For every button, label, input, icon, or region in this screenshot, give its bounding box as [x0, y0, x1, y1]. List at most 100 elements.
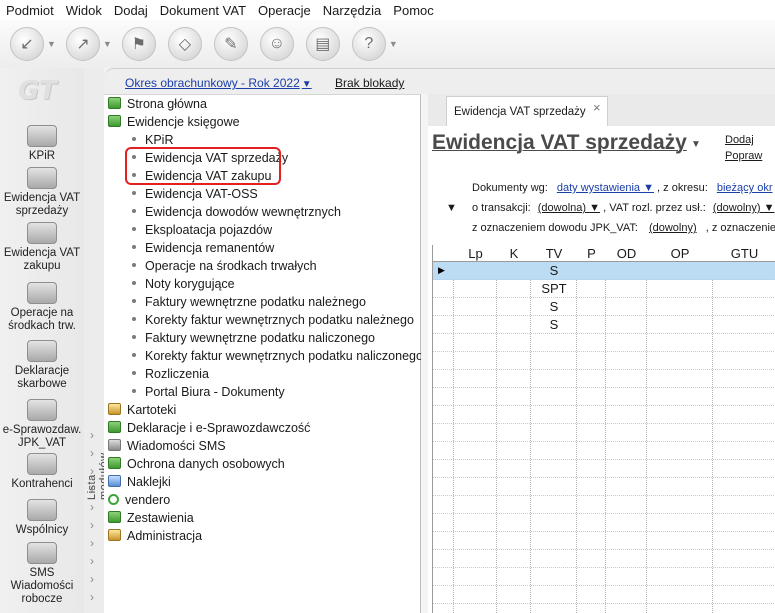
- table-row[interactable]: [433, 442, 775, 460]
- page-title[interactable]: Ewidencja VAT sprzedaży: [432, 131, 687, 155]
- chevron-down-icon[interactable]: ▼: [691, 139, 701, 150]
- table-row[interactable]: [433, 496, 775, 514]
- tree-item[interactable]: Strona główna: [108, 95, 207, 113]
- table-row[interactable]: [433, 334, 775, 352]
- tree-item[interactable]: Ochrona danych osobowych: [108, 455, 285, 473]
- period-selector[interactable]: Okres obrachunkowy - Rok 2022 ▼: [125, 76, 312, 90]
- tree-item[interactable]: Kartoteki: [108, 401, 176, 419]
- table-row[interactable]: [433, 514, 775, 532]
- tree-item[interactable]: Eksploatacja pojazdów: [132, 221, 272, 239]
- table-row[interactable]: [433, 298, 775, 316]
- column-header[interactable]: K: [497, 245, 531, 262]
- toolbar-button-6[interactable]: ▤: [305, 27, 340, 61]
- date-type-dropdown[interactable]: daty wystawienia ▼: [557, 182, 654, 194]
- table-row[interactable]: [433, 460, 775, 478]
- column-header[interactable]: [433, 245, 454, 262]
- close-icon[interactable]: ×: [593, 100, 601, 115]
- table-row[interactable]: [433, 352, 775, 370]
- tree-item[interactable]: Korekty faktur wewnętrznych podatku nale…: [132, 311, 414, 329]
- table-row[interactable]: [433, 406, 775, 424]
- table-row[interactable]: [433, 550, 775, 568]
- table-row[interactable]: [433, 262, 775, 280]
- menu-item-5[interactable]: Narzędzia: [323, 3, 382, 18]
- tree-item[interactable]: Ewidencja dowodów wewnętrznych: [132, 203, 341, 221]
- toolbar-button-5[interactable]: ☺: [259, 27, 294, 61]
- tree-item[interactable]: Operacje na środkach trwałych: [132, 257, 317, 275]
- transaction-dropdown[interactable]: (dowolna) ▼: [538, 202, 600, 214]
- rail-item-8[interactable]: SMS Wiadomości robocze: [0, 542, 84, 606]
- column-header[interactable]: Lp: [454, 245, 497, 262]
- tab-vat-sales[interactable]: Ewidencja VAT sprzedaży ×: [446, 96, 608, 126]
- menu-item-1[interactable]: Widok: [66, 3, 102, 18]
- toolbar-button-3[interactable]: ◇: [167, 27, 202, 61]
- tree-item[interactable]: Noty korygujące: [132, 275, 235, 293]
- jpk-dropdown[interactable]: (dowolny): [649, 222, 697, 234]
- tree-item[interactable]: Faktury wewnętrzne podatku należnego: [132, 293, 366, 311]
- column-header[interactable]: OD: [606, 245, 647, 262]
- tree-item[interactable]: Administracja: [108, 527, 202, 545]
- tree-item[interactable]: Wiadomości SMS: [108, 437, 226, 455]
- menu-item-2[interactable]: Dodaj: [114, 3, 148, 18]
- table-row[interactable]: [433, 370, 775, 388]
- toolbar-button-7[interactable]: ? ▼: [351, 27, 404, 61]
- menu-item-0[interactable]: Podmiot: [6, 3, 54, 18]
- table-row[interactable]: [433, 424, 775, 442]
- chevron-right-icon[interactable]: ›: [90, 518, 94, 532]
- tree-item[interactable]: Korekty faktur wewnętrznych podatku nali…: [132, 347, 423, 365]
- tree-item-label: Kartoteki: [127, 403, 177, 417]
- table-row[interactable]: [433, 586, 775, 604]
- toolbar-button-1[interactable]: ↗ ▼: [65, 27, 118, 61]
- chevron-right-icon[interactable]: ›: [90, 500, 94, 514]
- rail-item-0[interactable]: KPiR: [0, 125, 84, 163]
- tree-item[interactable]: Naklejki: [108, 473, 171, 491]
- table-row[interactable]: [433, 316, 775, 334]
- tree-item[interactable]: vendero: [108, 491, 170, 509]
- edit-button[interactable]: Popraw: [725, 150, 762, 162]
- toolbar-button-0[interactable]: ↙ ▼: [10, 27, 62, 61]
- menu-item-4[interactable]: Operacje: [258, 3, 311, 18]
- chevron-right-icon[interactable]: ›: [90, 554, 94, 568]
- table-row[interactable]: [433, 388, 775, 406]
- chevron-right-icon[interactable]: ›: [90, 536, 94, 550]
- table-row[interactable]: [433, 532, 775, 550]
- rail-item-1[interactable]: Ewidencja VAT sprzedaży: [0, 167, 84, 218]
- rail-item-5[interactable]: e-Sprawozdaw. JPK_VAT: [0, 399, 84, 450]
- toolbar-button-2[interactable]: ⚑: [121, 27, 156, 61]
- table-row[interactable]: [433, 280, 775, 298]
- menu-item-6[interactable]: Pomoc: [393, 3, 433, 18]
- table-row[interactable]: [433, 478, 775, 496]
- tree-item[interactable]: Rozliczenia: [132, 365, 209, 383]
- rail-item-6[interactable]: Kontrahenci: [0, 453, 84, 491]
- tree-item[interactable]: Ewidencje księgowe: [108, 113, 240, 131]
- chevron-right-icon[interactable]: ›: [90, 572, 94, 586]
- toolbar-button-4[interactable]: ✎: [213, 27, 248, 61]
- column-header[interactable]: TV: [531, 245, 577, 262]
- chevron-down-icon[interactable]: ▼: [103, 39, 112, 49]
- column-header[interactable]: GTU: [713, 245, 775, 262]
- column-header[interactable]: OP: [647, 245, 713, 262]
- bullet-icon: [132, 353, 136, 357]
- chevron-right-icon[interactable]: ›: [90, 590, 94, 604]
- tree-item[interactable]: Ewidencja VAT-OSS: [132, 185, 258, 203]
- add-button[interactable]: Dodaj: [725, 134, 754, 146]
- rail-item-4[interactable]: Deklaracje skarbowe: [0, 340, 84, 391]
- filters-toggle-icon[interactable]: ▼: [446, 202, 457, 214]
- block-status-link[interactable]: Brak blokady: [335, 76, 404, 90]
- rail-item-7[interactable]: Wspólnicy: [0, 499, 84, 537]
- cards-icon: [108, 403, 121, 415]
- tree-item[interactable]: Portal Biura - Dokumenty: [132, 383, 285, 401]
- vat-purchase-icon: [27, 222, 57, 244]
- tree-item[interactable]: Deklaracje i e-Sprawozdawczość: [108, 419, 310, 437]
- rail-item-2[interactable]: Ewidencja VAT zakupu: [0, 222, 84, 273]
- period-dropdown[interactable]: bieżący okr: [717, 182, 773, 194]
- table-row[interactable]: [433, 568, 775, 586]
- tree-item[interactable]: Ewidencja remanentów: [132, 239, 274, 257]
- tree-item[interactable]: Faktury wewnętrzne podatku naliczonego: [132, 329, 375, 347]
- menu-item-3[interactable]: Dokument VAT: [160, 3, 246, 18]
- rail-item-3[interactable]: Operacje na środkach trw.: [0, 282, 84, 333]
- chevron-down-icon[interactable]: ▼: [389, 39, 398, 49]
- chevron-down-icon[interactable]: ▼: [47, 39, 56, 49]
- vat-service-dropdown[interactable]: (dowolny) ▼: [713, 202, 775, 214]
- column-header[interactable]: P: [577, 245, 606, 262]
- tree-item[interactable]: Zestawienia: [108, 509, 194, 527]
